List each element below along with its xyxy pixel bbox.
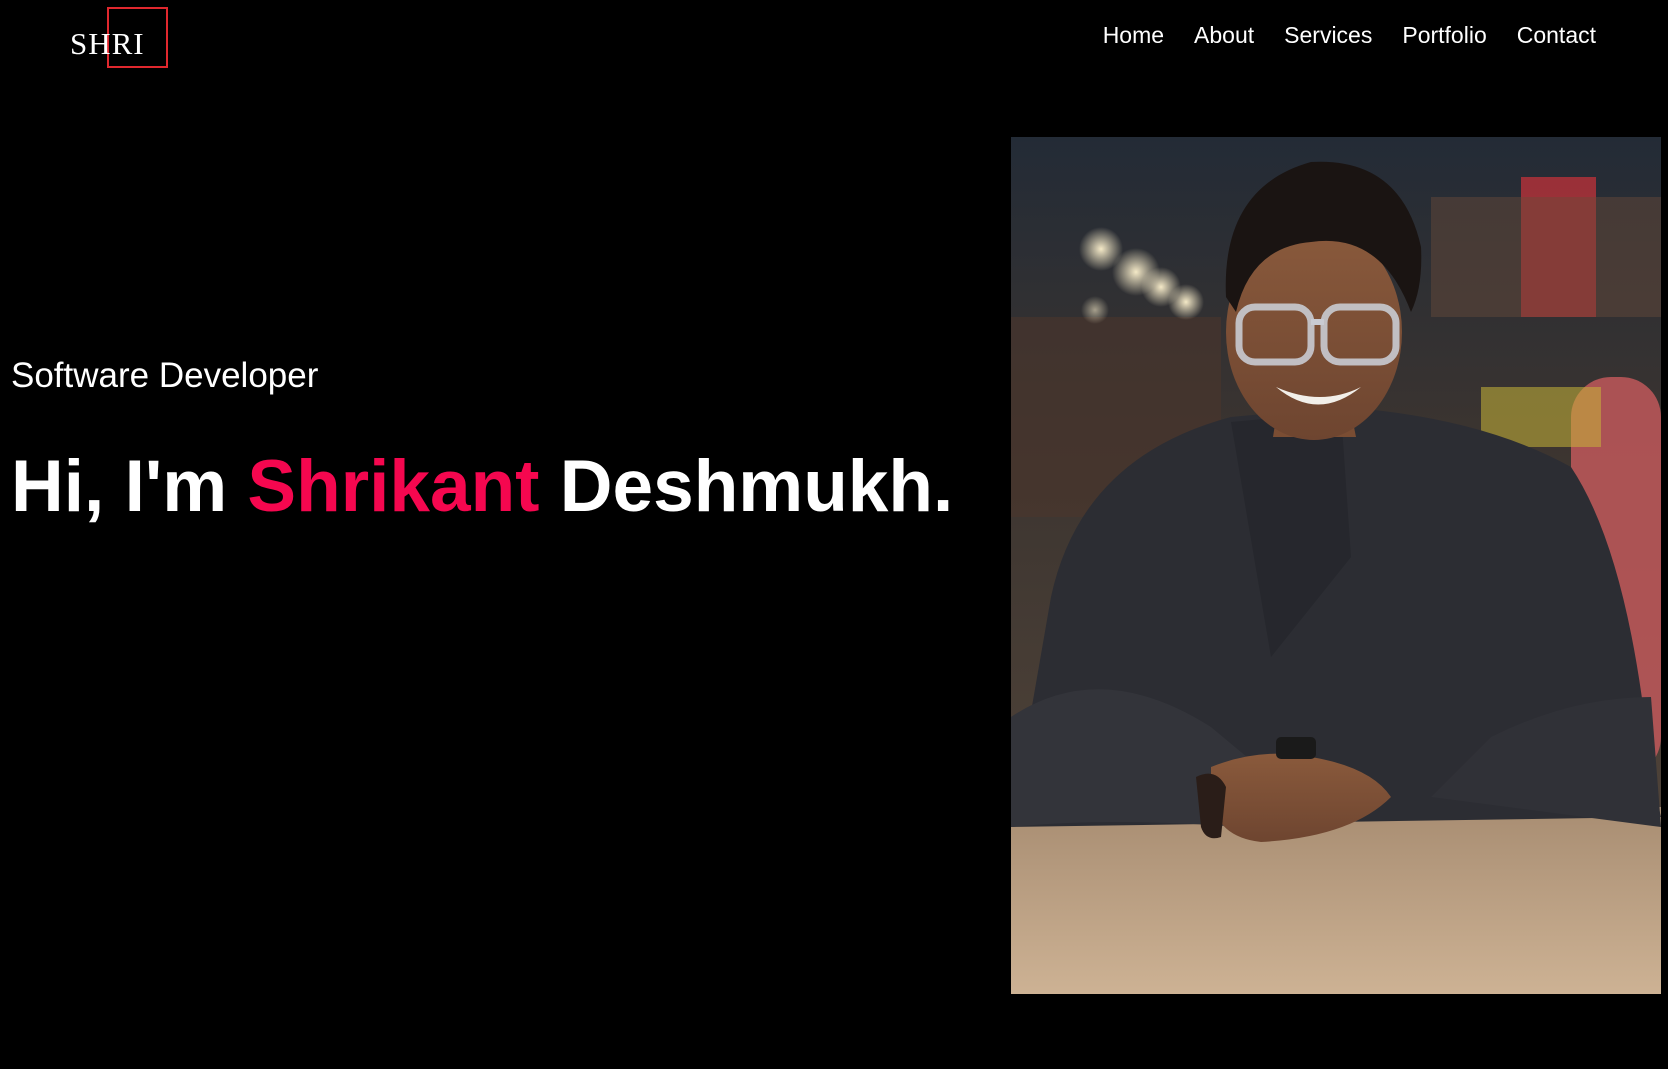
main-nav: Home About Services Portfolio Contact xyxy=(1103,22,1596,49)
site-logo[interactable]: SHRI xyxy=(70,7,168,76)
hero-first-name: Shrikant xyxy=(247,446,540,527)
hero-last-name: Deshmukh. xyxy=(559,446,954,527)
profile-photo-illustration xyxy=(1011,137,1661,994)
page: SHRI Home About Services Portfolio Conta… xyxy=(0,0,1668,1069)
nav-contact-link[interactable]: Contact xyxy=(1517,22,1596,49)
logo-text: SHRI xyxy=(70,26,145,61)
profile-photo xyxy=(1011,137,1661,994)
nav-services-link[interactable]: Services xyxy=(1284,22,1372,49)
nav-about-link[interactable]: About xyxy=(1194,22,1254,49)
hero-headline: Hi, I'm Shrikant Deshmukh. xyxy=(11,450,953,523)
hero-greeting: Hi, I'm xyxy=(11,446,228,527)
nav-portfolio-link[interactable]: Portfolio xyxy=(1402,22,1486,49)
hero-subtitle: Software Developer xyxy=(11,356,319,395)
nav-home-link[interactable]: Home xyxy=(1103,22,1164,49)
